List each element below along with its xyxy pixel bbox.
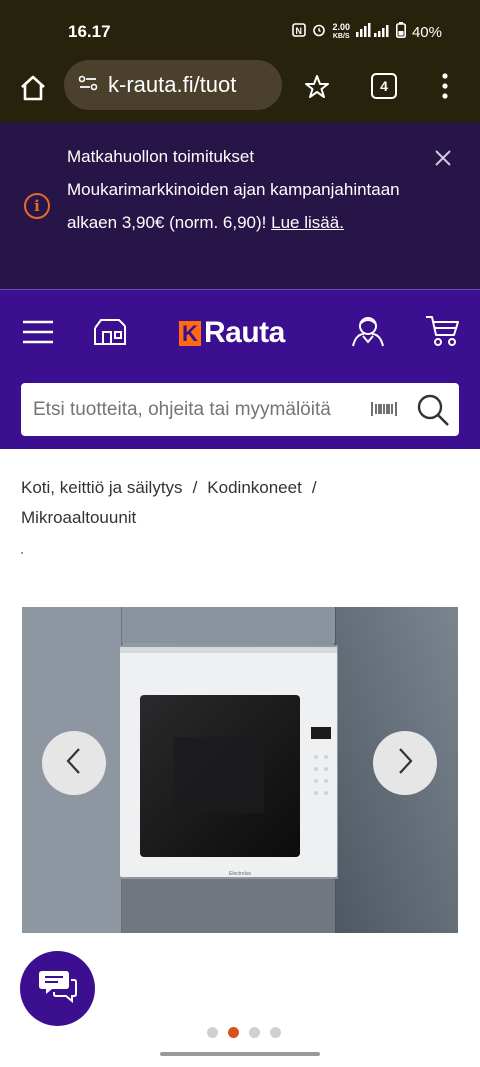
search-icon[interactable]	[416, 393, 450, 427]
chat-button[interactable]	[20, 951, 95, 1026]
hamburger-menu-icon[interactable]	[22, 320, 54, 349]
battery-icon	[395, 22, 406, 42]
chevron-left-icon	[64, 746, 84, 781]
banner-read-more-link[interactable]: Lue lisää.	[271, 213, 344, 232]
status-icons: N 2.00 KB/S 40%	[292, 22, 442, 42]
browser-toolbar: k-rauta.fi/tuot 4	[0, 60, 480, 122]
barcode-scanner-icon[interactable]	[371, 401, 397, 417]
tab-switcher-button[interactable]: 4	[371, 73, 397, 99]
breadcrumb-separator: /	[192, 478, 198, 497]
carousel-dot[interactable]	[228, 1027, 239, 1038]
net-speed: 2.00 KB/S	[332, 22, 350, 41]
battery-level: 40%	[411, 23, 442, 41]
url-text: k-rauta.fi/tuot	[108, 72, 237, 97]
cart-icon[interactable]	[424, 313, 460, 352]
overflow-menu-icon[interactable]	[440, 71, 450, 101]
divider-dot	[21, 552, 23, 554]
breadcrumb-item[interactable]: Koti, keittiö ja säilytys	[21, 478, 183, 497]
breadcrumb-item[interactable]: Kodinkoneet	[207, 478, 302, 497]
close-icon[interactable]	[432, 147, 454, 169]
banner-title: Matkahuollon toimitukset	[67, 147, 255, 166]
account-icon[interactable]	[350, 312, 386, 353]
breadcrumb-separator: /	[311, 478, 317, 497]
site-header: K Rauta	[0, 289, 480, 449]
status-time: 16.17	[68, 22, 111, 41]
nfc-icon: N	[292, 23, 307, 41]
logo-mark: K	[179, 320, 201, 346]
carousel-pagination	[207, 1027, 281, 1038]
k-rauta-logo[interactable]: K Rauta	[179, 316, 285, 350]
appliance-brand-label: Electrolux	[229, 871, 251, 877]
svg-text:N: N	[296, 26, 303, 36]
url-field[interactable]: k-rauta.fi/tuot	[64, 60, 282, 110]
gesture-navigation-bar	[160, 1052, 320, 1056]
status-bar: 16.17 N 2.00 KB/S 40%	[0, 0, 480, 60]
search-input[interactable]	[21, 398, 361, 421]
alarm-icon	[312, 23, 326, 41]
banner-text: Matkahuollon toimitukset Moukarimarkkino…	[67, 140, 407, 239]
store-icon[interactable]	[93, 316, 127, 351]
search-bar	[21, 383, 459, 436]
bookmark-star-icon[interactable]	[303, 73, 331, 101]
breadcrumb: Koti, keittiö ja säilytys / Kodinkoneet / Mi…	[21, 473, 461, 533]
chat-bubble-icon	[38, 968, 78, 1009]
signal-icon	[355, 23, 390, 41]
home-icon[interactable]	[18, 73, 48, 103]
info-icon: i	[24, 193, 50, 219]
banner-body: Moukarimarkkinoiden ajan kampanjahintaan…	[67, 180, 400, 232]
breadcrumb-item[interactable]: Mikroaaltouunit	[21, 508, 136, 527]
carousel-dot[interactable]	[249, 1027, 260, 1038]
site-settings-icon[interactable]	[78, 72, 98, 98]
carousel-dot[interactable]	[270, 1027, 281, 1038]
chevron-right-icon	[395, 746, 415, 781]
tab-count: 4	[380, 78, 388, 94]
gallery-prev-button[interactable]	[42, 731, 106, 795]
gallery-next-button[interactable]	[373, 731, 437, 795]
logo-text: Rauta	[204, 316, 285, 349]
carousel-dot[interactable]	[207, 1027, 218, 1038]
announcement-banner: i Matkahuollon toimitukset Moukarimarkki…	[0, 122, 480, 289]
